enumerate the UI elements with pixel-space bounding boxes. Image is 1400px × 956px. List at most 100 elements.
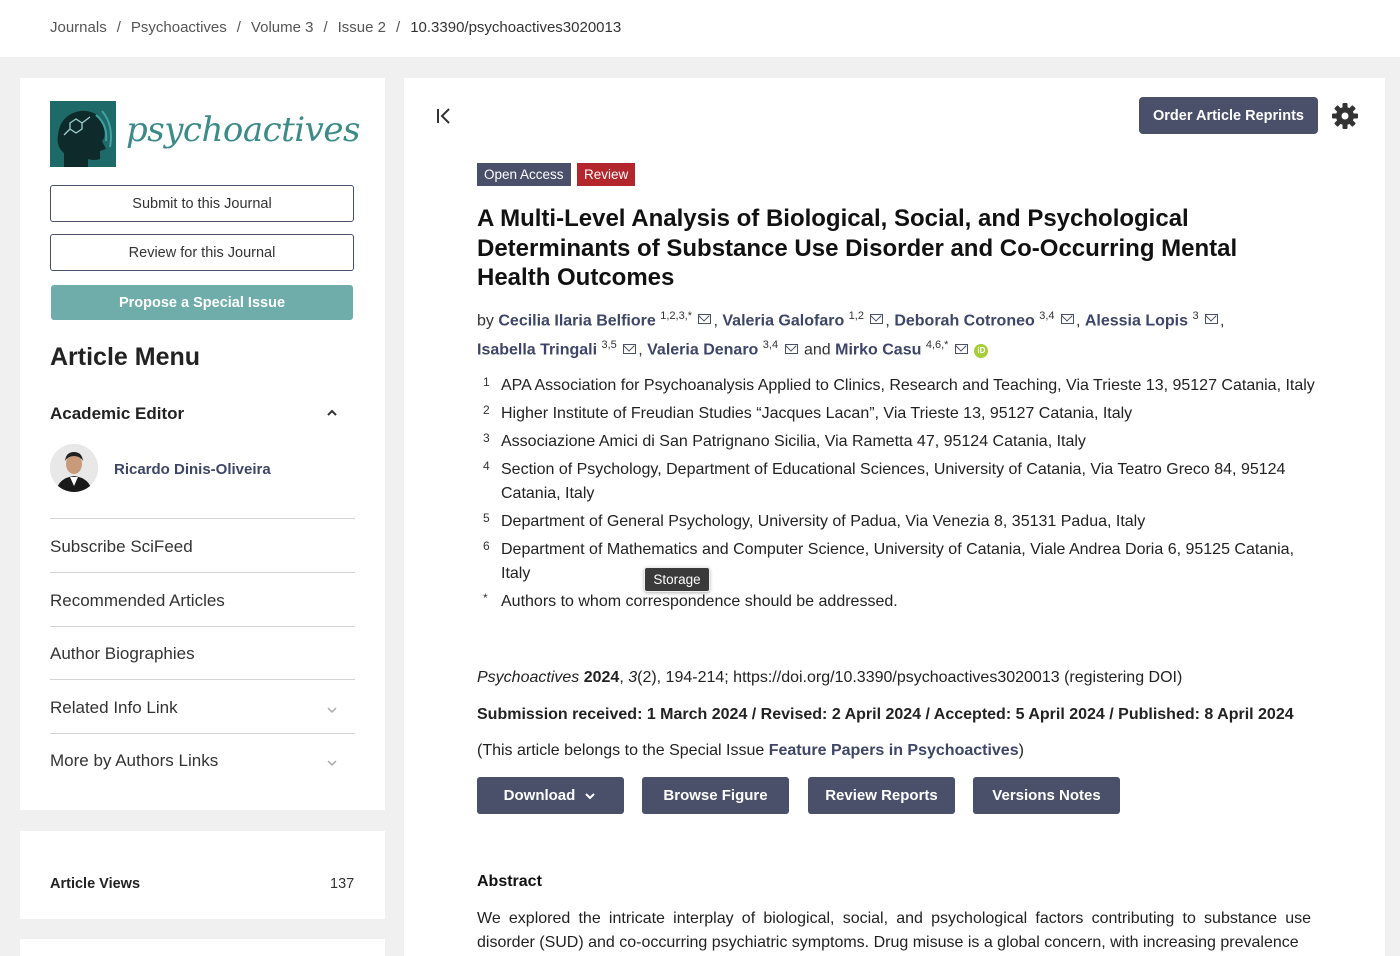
top-bar: Journals / Psychoactives / Volume 3 / Issue 2 /… xyxy=(0,0,1400,57)
citation-year: 2024 xyxy=(583,669,620,686)
email-icon[interactable] xyxy=(1205,314,1219,325)
breadcrumb-volume[interactable]: Volume 3 xyxy=(251,19,314,36)
affiliation-text: Department of Mathematics and Computer S… xyxy=(501,541,1295,582)
journal-logo-text[interactable]: psychoactives xyxy=(126,110,360,150)
affiliation-item: 4 Section of Psychology, Department of Ed… xyxy=(477,458,1317,506)
affiliation-text: Section of Psychology, Department of Edu… xyxy=(501,461,1286,502)
author-affiliation-sup: 3,4 xyxy=(762,339,779,352)
author-name[interactable]: Cecilia Ilaria Belfiore xyxy=(498,312,655,329)
academic-editor-heading[interactable]: Academic Editor xyxy=(50,404,184,424)
order-reprints-button[interactable]: Order Article Reprints xyxy=(1139,97,1318,134)
journal-logo-icon[interactable] xyxy=(50,101,116,167)
affiliations-list: 1 APA Association for Psychoanalysis Appl… xyxy=(477,374,1317,618)
abstract-text: We explored the intricate interplay of b… xyxy=(477,910,1311,951)
editor-name-link[interactable]: Ricardo Dinis-Oliveira xyxy=(114,461,271,478)
abstract-heading: Abstract xyxy=(477,873,542,890)
browse-figure-button[interactable]: Browse Figure xyxy=(642,777,789,814)
special-issue-prefix: (This article belongs to the Special Iss… xyxy=(477,742,769,759)
affiliation-number: 5 xyxy=(483,511,490,525)
review-for-journal-button[interactable]: Review for this Journal xyxy=(50,234,354,271)
chevron-down-icon[interactable] xyxy=(326,704,338,716)
affiliation-text: Authors to whom correspondence should be… xyxy=(501,593,898,610)
chevron-down-icon xyxy=(585,792,596,799)
by-label: by xyxy=(477,312,494,330)
author-name[interactable]: Isabella Tringali xyxy=(477,342,597,359)
author-affiliation-sup: 3,4 xyxy=(1039,310,1055,322)
author-affiliation-sup: 3 xyxy=(1192,310,1199,322)
affiliation-item: 5 Department of General Psychology, Unive… xyxy=(477,510,1317,534)
email-icon[interactable] xyxy=(784,343,798,354)
gear-icon[interactable] xyxy=(1331,102,1359,130)
chevron-down-icon[interactable] xyxy=(326,757,338,769)
citation-journal: Psychoactives xyxy=(477,669,580,686)
affiliation-item: 6 Department of Mathematics and Computer … xyxy=(477,538,1317,586)
email-icon[interactable] xyxy=(954,343,968,354)
submit-to-journal-button[interactable]: Submit to this Journal xyxy=(50,185,354,222)
email-icon[interactable] xyxy=(1060,314,1074,325)
orcid-icon[interactable]: iD xyxy=(974,343,989,358)
author-name[interactable]: Valeria Galofaro xyxy=(722,312,844,329)
article-views-label: Article Views xyxy=(50,876,141,892)
author-name[interactable]: Alessia Lopis xyxy=(1085,312,1188,329)
author-affiliation-sup: 1,2 xyxy=(848,310,864,322)
editor-avatar[interactable] xyxy=(50,444,98,492)
author-affiliation-sup: 4,6,* xyxy=(925,339,949,352)
divider xyxy=(50,518,355,519)
affiliation-number: * xyxy=(483,591,488,605)
author-name[interactable]: Deborah Cotroneo xyxy=(894,312,1034,329)
special-issue-suffix: ) xyxy=(1018,742,1024,759)
affiliation-number: 4 xyxy=(483,459,490,473)
author-name[interactable]: Mirko Casu xyxy=(835,342,921,359)
affiliation-number: 3 xyxy=(483,431,490,445)
author-biographies-link[interactable]: Author Biographies xyxy=(50,644,195,664)
email-icon[interactable] xyxy=(870,314,884,325)
citation-rest[interactable]: (2), 194-214; https://doi.org/10.3390/ps… xyxy=(637,669,1182,686)
divider xyxy=(50,679,355,680)
versions-notes-button[interactable]: Versions Notes xyxy=(973,777,1120,814)
breadcrumb-journals[interactable]: Journals xyxy=(50,19,107,36)
sidebar: psychoactives Submit to this Journal Rev… xyxy=(20,78,385,810)
special-issue-note: (This article belongs to the Special Iss… xyxy=(477,742,1024,760)
breadcrumb: Journals / Psychoactives / Volume 3 / Issue 2 /… xyxy=(50,19,621,36)
breadcrumb-issue[interactable]: Issue 2 xyxy=(338,19,386,36)
article-menu-title: Article Menu xyxy=(50,343,201,371)
open-access-badge: Open Access xyxy=(477,163,571,186)
affiliation-text: Associazione Amici di San Patrignano Sic… xyxy=(501,433,1086,450)
propose-special-issue-button[interactable]: Propose a Special Issue xyxy=(51,285,353,320)
email-icon[interactable] xyxy=(623,343,637,354)
breadcrumb-current-doi: 10.3390/psychoactives3020013 xyxy=(410,19,622,36)
author-name[interactable]: Valeria Denaro xyxy=(647,342,758,359)
affiliation-item: * Authors to whom correspondence should b… xyxy=(477,590,1317,614)
storage-tooltip: Storage xyxy=(644,567,710,592)
recommended-articles-link[interactable]: Recommended Articles xyxy=(50,591,225,611)
related-info-link[interactable]: Related Info Link xyxy=(50,698,178,718)
author-affiliation-sup: 3,5 xyxy=(601,339,617,352)
affiliation-item: 1 APA Association for Psychoanalysis Appl… xyxy=(477,374,1317,398)
breadcrumb-psychoactives[interactable]: Psychoactives xyxy=(131,19,227,36)
author-list: by Cecilia Ilaria Belfiore 1,2,3,* , Val… xyxy=(477,310,1225,359)
article-views-count: 137 xyxy=(330,876,355,892)
divider xyxy=(50,572,355,573)
affiliation-number: 6 xyxy=(483,539,490,553)
affiliation-item: 3 Associazione Amici di San Patrignano Si… xyxy=(477,430,1317,454)
affiliation-text: Higher Institute of Freudian Studies “Ja… xyxy=(501,405,1133,422)
review-badge: Review xyxy=(577,163,636,186)
affiliation-item: 2 Higher Institute of Freudian Studies “J… xyxy=(477,402,1317,426)
article-content: Order Article Reprints Open Access Revie… xyxy=(404,78,1385,956)
breadcrumb-separator: / xyxy=(396,19,401,36)
breadcrumb-separator: / xyxy=(236,19,241,36)
breadcrumb-separator: / xyxy=(116,19,121,36)
affiliation-text: Department of General Psychology, Univer… xyxy=(501,513,1146,530)
divider xyxy=(50,626,355,627)
chevron-up-icon[interactable] xyxy=(325,406,339,420)
citation-line: Psychoactives 2024, 3(2), 194-214; https… xyxy=(477,669,1183,686)
download-label: Download xyxy=(503,787,576,804)
download-button[interactable]: Download xyxy=(477,777,624,814)
review-reports-button[interactable]: Review Reports xyxy=(808,777,955,814)
collapse-sidebar-icon[interactable] xyxy=(434,106,454,126)
article-title: A Multi-Level Analysis of Biological, So… xyxy=(477,205,1238,291)
subscribe-scifeed-link[interactable]: Subscribe SciFeed xyxy=(50,537,193,557)
special-issue-link[interactable]: Feature Papers in Psychoactives xyxy=(769,742,1019,759)
email-icon[interactable] xyxy=(698,314,712,325)
more-by-authors-link[interactable]: More by Authors Links xyxy=(50,751,218,771)
